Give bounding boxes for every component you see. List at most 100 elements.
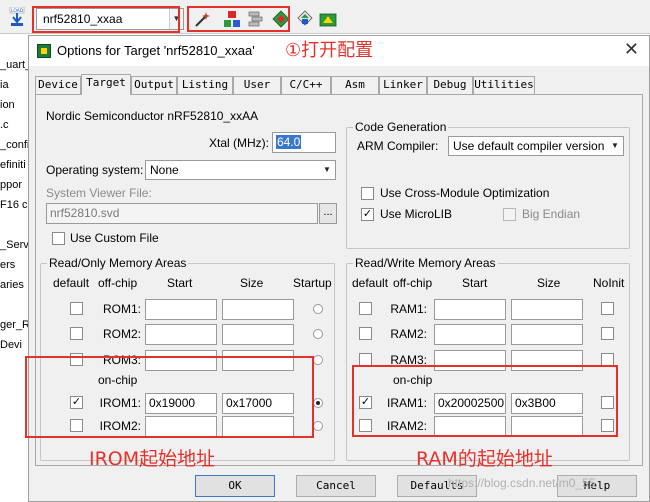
memory-start-input[interactable] [145, 299, 217, 320]
tree-item[interactable]: ers [0, 259, 15, 271]
tree-item[interactable]: ion [0, 99, 15, 111]
microlib-label: Use MicroLIB [380, 207, 453, 221]
rom-header-offchip: off-chip [98, 276, 138, 290]
select-packs-icon[interactable] [319, 10, 337, 28]
xtal-label: Xtal (MHz): [209, 136, 269, 150]
memory-row-name: ROM1: [102, 302, 141, 316]
rom-header-startup: Startup [293, 276, 332, 290]
svd-browse-button: ... [319, 203, 337, 224]
dialog-titlebar: Options for Target 'nrf52810_xxaa' ①打开配置… [29, 36, 649, 66]
tree-item[interactable]: aries [0, 279, 24, 291]
ok-button[interactable]: OK [195, 475, 275, 497]
ram-header-size: Size [537, 276, 561, 290]
big-endian-label: Big Endian [522, 207, 581, 221]
chevron-down-icon[interactable]: ▼ [607, 137, 623, 155]
dialog-title: Options for Target 'nrf52810_xxaa' [57, 43, 255, 58]
chevron-down-icon[interactable]: ▼ [319, 161, 335, 179]
memory-start-input[interactable] [145, 324, 217, 345]
open-config-annotation: ①打开配置 [285, 40, 374, 61]
code-generation-group: Code Generation ARM Compiler: Use defaul… [346, 120, 630, 249]
memory-start-input[interactable] [434, 299, 506, 320]
noinit-checkbox[interactable] [601, 302, 614, 315]
startup-radio[interactable] [313, 398, 323, 408]
tree-item[interactable]: _uart_ [0, 59, 30, 71]
tab-target[interactable]: Target [81, 74, 131, 95]
code-generation-legend: Code Generation [353, 120, 449, 134]
watermark: https://blog.csdn.net/m0_55 [448, 476, 596, 490]
arm-compiler-value: Use default compiler version [453, 139, 605, 153]
rom-default-checkbox[interactable] [70, 302, 83, 315]
tab-utilities[interactable]: Utilities [473, 76, 535, 94]
irom-annotation: IROM起始地址 [89, 448, 216, 470]
close-icon[interactable]: ✕ [624, 39, 639, 60]
xtal-value: 64.0 [276, 135, 302, 149]
tree-item[interactable]: F16 c [0, 199, 28, 211]
ram-header-noinit: NoInit [593, 276, 625, 290]
os-label: Operating system: [46, 163, 144, 177]
memory-size-input[interactable] [511, 324, 583, 345]
tree-item[interactable]: Devi [0, 339, 22, 351]
cancel-button[interactable]: Cancel [296, 475, 376, 497]
svd-label: System Viewer File: [46, 186, 152, 200]
target-select-highlight [32, 6, 180, 33]
tab-linker[interactable]: Linker [379, 76, 427, 94]
startup-radio[interactable] [313, 355, 323, 365]
rom-header-size: Size [240, 276, 264, 290]
tab-debug[interactable]: Debug [427, 76, 473, 94]
irom-highlight-box [25, 356, 314, 438]
ram-header-default: default [352, 276, 389, 290]
cross-module-checkbox[interactable] [361, 187, 374, 200]
rom-default-checkbox[interactable] [70, 327, 83, 340]
tab-listing[interactable]: Listing [177, 76, 233, 94]
tree-item[interactable]: _confi [0, 139, 29, 151]
startup-radio[interactable] [313, 304, 323, 314]
tab-user[interactable]: User [233, 76, 281, 94]
iram-highlight-box [352, 365, 618, 437]
memory-size-input[interactable] [222, 324, 294, 345]
os-select-value: None [150, 163, 179, 177]
rom-header-start: Start [167, 276, 193, 290]
memory-row-name: RAM2: [390, 327, 427, 341]
memory-size-input[interactable] [511, 299, 583, 320]
options-toolbar-highlight [187, 6, 290, 32]
tree-item[interactable]: efiniti [0, 159, 26, 171]
ram-default-checkbox[interactable] [359, 327, 372, 340]
memory-row-name: ROM2: [102, 327, 141, 341]
main-toolbar: LOAD nrf52810_xxaa ▼ [0, 0, 650, 34]
memory-size-input[interactable] [222, 299, 294, 320]
arm-compiler-select[interactable]: Use default compiler version ▼ [448, 136, 624, 156]
os-select[interactable]: None ▼ [145, 160, 336, 180]
pack-installer-icon[interactable] [296, 10, 314, 28]
memory-row-name: RAM1: [390, 302, 427, 316]
rom-header-default: default [53, 276, 90, 290]
arm-compiler-label: ARM Compiler: [357, 139, 439, 153]
device-name: Nordic Semiconductor nRF52810_xxAA [46, 109, 259, 123]
startup-radio[interactable] [313, 421, 323, 431]
ram-default-checkbox[interactable] [359, 302, 372, 315]
rom-areas-legend: Read/Only Memory Areas [47, 256, 189, 270]
big-endian-checkbox [503, 208, 516, 221]
svd-input: nrf52810.svd [46, 203, 318, 224]
tab-device[interactable]: Device [35, 76, 81, 94]
use-custom-file-label: Use Custom File [70, 231, 159, 245]
tree-item[interactable]: ppor [0, 179, 22, 191]
xtal-input[interactable]: 64.0 [272, 132, 336, 153]
memory-start-input[interactable] [434, 324, 506, 345]
cross-module-label: Use Cross-Module Optimization [380, 186, 550, 200]
ram-areas-legend: Read/Write Memory Areas [353, 256, 498, 270]
noinit-checkbox[interactable] [601, 327, 614, 340]
tree-item[interactable]: _Servi [0, 239, 30, 251]
keil-app-icon [37, 44, 51, 58]
tree-item[interactable]: .c [0, 119, 9, 131]
tree-item[interactable]: ia [0, 79, 9, 91]
tab-output[interactable]: Output [131, 76, 177, 94]
microlib-checkbox[interactable]: ✓ [361, 208, 374, 221]
startup-radio[interactable] [313, 329, 323, 339]
iram-annotation: RAM的起始地址 [416, 448, 553, 470]
tab-cpp[interactable]: C/C++ [281, 76, 331, 94]
load-icon[interactable]: LOAD [8, 6, 26, 26]
ram-header-offchip: off-chip [393, 276, 433, 290]
use-custom-file-checkbox[interactable] [52, 232, 65, 245]
tree-item[interactable]: ger_R [0, 319, 30, 331]
tab-asm[interactable]: Asm [331, 76, 379, 94]
